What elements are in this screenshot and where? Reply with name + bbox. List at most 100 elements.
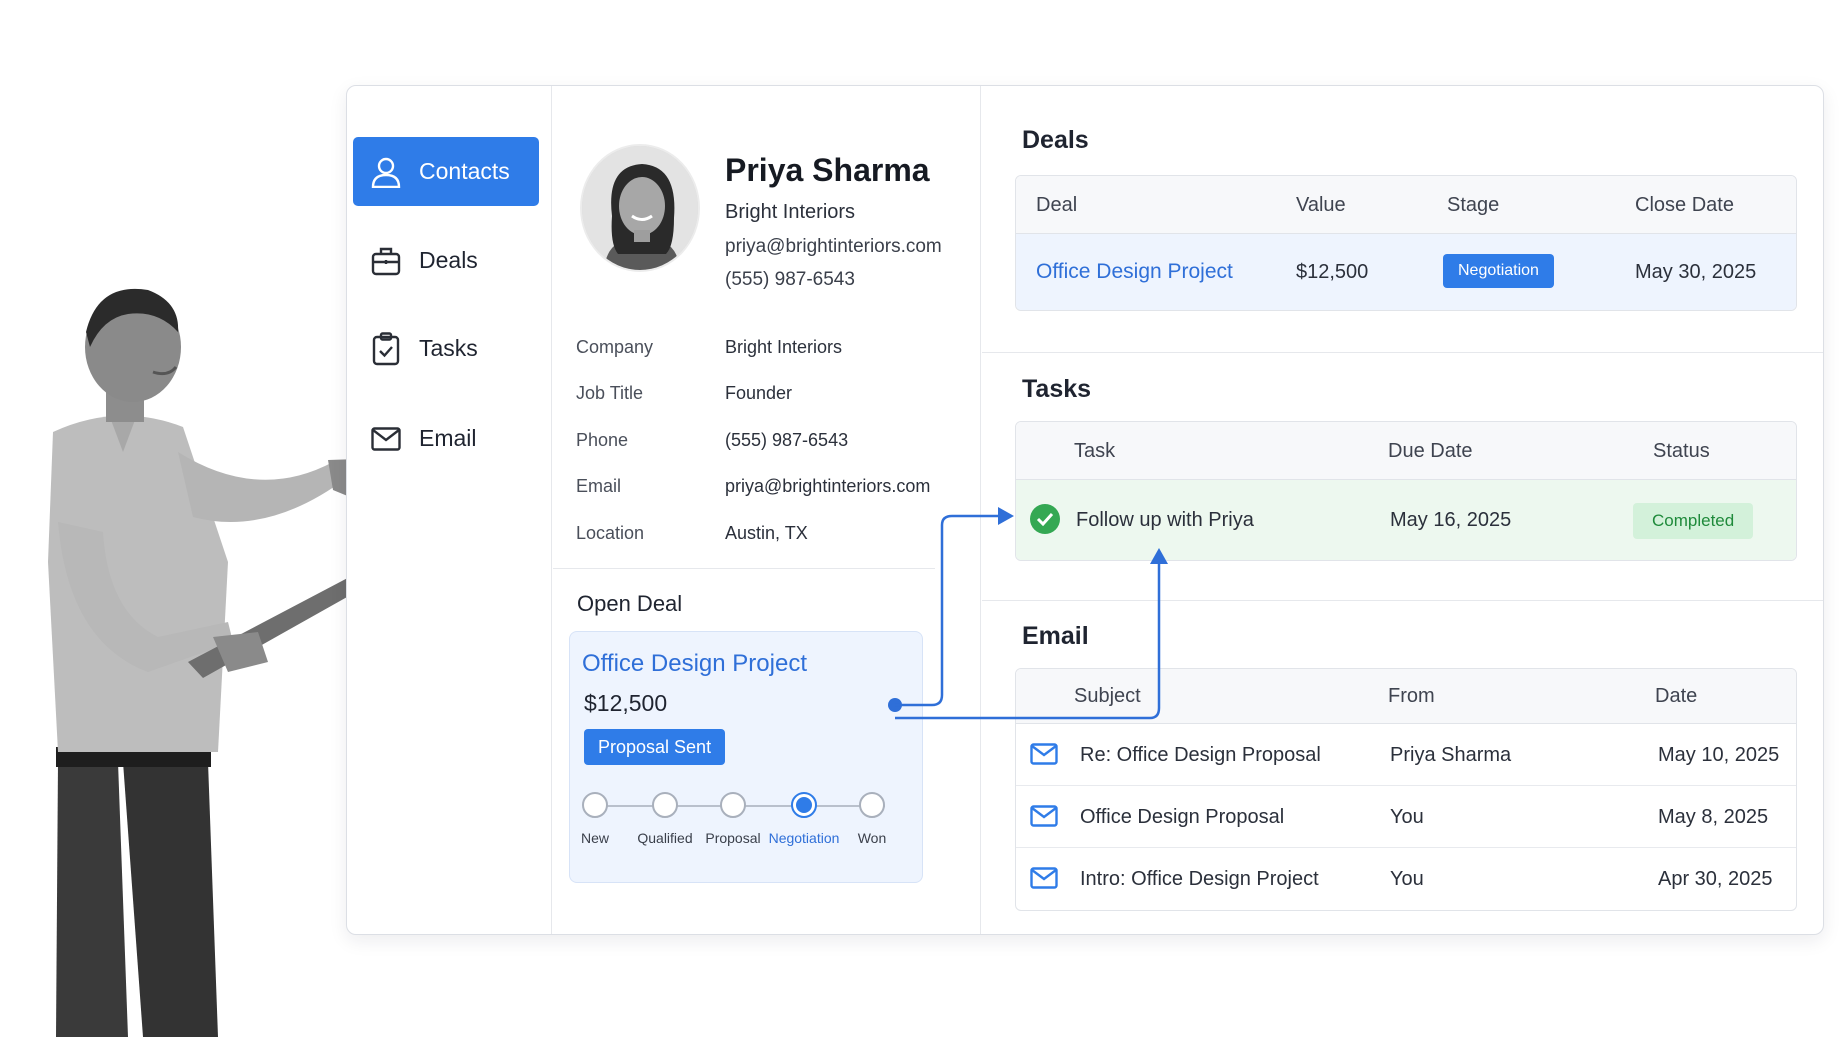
open-deal-card[interactable]: Office Design Project $12,500 Proposal S… bbox=[569, 631, 923, 883]
column-header[interactable]: Stage bbox=[1447, 176, 1499, 234]
deal-link[interactable]: Office Design Project bbox=[1036, 234, 1233, 310]
pipeline-step-new[interactable]: New bbox=[555, 792, 635, 846]
column-header[interactable]: Task bbox=[1074, 422, 1115, 480]
pipeline-dot bbox=[720, 792, 746, 818]
deal-value: $12,500 bbox=[1296, 261, 1369, 283]
email-subject[interactable]: Re: Office Design Proposal bbox=[1080, 724, 1321, 786]
email-subject[interactable]: Intro: Office Design Project bbox=[1080, 848, 1319, 910]
column-header[interactable]: Close Date bbox=[1635, 176, 1734, 234]
table-row[interactable]: Re: Office Design Proposal Priya Sharma … bbox=[1016, 724, 1796, 786]
status-badge: Completed bbox=[1633, 503, 1754, 539]
briefcase-icon bbox=[369, 244, 403, 278]
table-row[interactable]: Intro: Office Design Project You Apr 30,… bbox=[1016, 848, 1796, 910]
user-icon bbox=[369, 155, 403, 189]
avatar bbox=[580, 144, 700, 272]
deal-close-date: May 30, 2025 bbox=[1635, 261, 1757, 283]
pipeline-label: New bbox=[580, 830, 609, 846]
deal-pipeline: New Qualified Proposal Negotiation Won bbox=[581, 792, 912, 862]
email-heading: Email bbox=[1022, 622, 1089, 650]
email-from: You bbox=[1390, 806, 1424, 828]
email-from: Priya Sharma bbox=[1390, 744, 1512, 766]
deal-status-badge: Proposal Sent bbox=[584, 729, 726, 765]
deals-table: Deal Value Stage Close Date Office Desig… bbox=[1015, 175, 1797, 311]
clipboard-check-icon bbox=[369, 331, 403, 366]
stage-badge: Negotiation bbox=[1443, 254, 1554, 288]
field-email: Email priya@brightinteriors.com bbox=[576, 464, 966, 511]
sidebar-item-label: Email bbox=[419, 425, 477, 451]
open-deal-name[interactable]: Office Design Project bbox=[582, 650, 807, 678]
email-table: Subject From Date Re: Office Design Prop… bbox=[1015, 668, 1797, 911]
column-header[interactable]: Subject bbox=[1074, 669, 1141, 724]
email-subject[interactable]: Office Design Proposal bbox=[1080, 786, 1284, 848]
field-company: Company Bright Interiors bbox=[576, 324, 966, 371]
table-row[interactable]: Office Design Project $12,500 Negotiatio… bbox=[1016, 234, 1796, 310]
field-value: Founder bbox=[725, 383, 793, 404]
email-date: May 8, 2025 bbox=[1658, 806, 1769, 828]
sidebar-item-label: Tasks bbox=[419, 335, 478, 361]
mail-icon bbox=[1030, 743, 1058, 770]
check-circle-icon[interactable] bbox=[1030, 504, 1060, 534]
sidebar-item-contacts[interactable]: Contacts bbox=[353, 137, 539, 206]
field-value: (555) 987-6543 bbox=[725, 429, 849, 450]
pipeline-dot bbox=[652, 792, 678, 818]
mail-icon bbox=[369, 422, 403, 456]
pipeline-dot bbox=[791, 792, 817, 818]
divider bbox=[982, 352, 1823, 353]
table-header: Deal Value Stage Close Date bbox=[1016, 176, 1796, 234]
sidebar: Contacts Deals Tasks Email bbox=[347, 86, 552, 934]
contact-fields: Company Bright Interiors Job Title Found… bbox=[576, 324, 966, 557]
pipeline-dot bbox=[582, 792, 608, 818]
table-row[interactable]: Follow up with Priya May 16, 2025 Comple… bbox=[1016, 480, 1796, 560]
column-header[interactable]: Date bbox=[1655, 669, 1697, 724]
sidebar-item-tasks[interactable]: Tasks bbox=[353, 314, 539, 383]
field-label: Phone bbox=[576, 429, 629, 450]
tasks-heading: Tasks bbox=[1022, 375, 1092, 403]
column-header[interactable]: Deal bbox=[1036, 176, 1077, 234]
sidebar-item-label: Deals bbox=[419, 247, 478, 273]
activity-panel: Deals Deal Value Stage Close Date Office… bbox=[982, 86, 1823, 934]
pipeline-label: Won bbox=[857, 830, 887, 846]
sidebar-item-label: Contacts bbox=[419, 158, 510, 184]
field-value: Austin, TX bbox=[725, 522, 808, 543]
deals-heading: Deals bbox=[1022, 126, 1089, 154]
pipeline-label: Proposal bbox=[705, 830, 761, 846]
pipeline-step-won[interactable]: Won bbox=[832, 792, 912, 846]
field-value: Bright Interiors bbox=[725, 336, 843, 357]
field-job-title: Job Title Founder bbox=[576, 371, 966, 418]
crm-app-window: Contacts Deals Tasks Email Priya Sharma … bbox=[346, 85, 1824, 935]
divider bbox=[553, 568, 935, 569]
sidebar-item-deals[interactable]: Deals bbox=[353, 226, 539, 295]
field-label: Location bbox=[576, 522, 645, 543]
table-header: Subject From Date bbox=[1016, 669, 1796, 724]
field-phone: Phone (555) 987-6543 bbox=[576, 417, 966, 464]
contact-panel: Priya Sharma Bright Interiors priya@brig… bbox=[553, 86, 981, 934]
open-deal-value: $12,500 bbox=[584, 690, 668, 716]
field-label: Job Title bbox=[576, 383, 644, 404]
table-row[interactable]: Office Design Proposal You May 8, 2025 bbox=[1016, 786, 1796, 848]
sidebar-item-email[interactable]: Email bbox=[353, 404, 539, 473]
contact-name: Priya Sharma bbox=[725, 152, 930, 188]
column-header[interactable]: Status bbox=[1653, 422, 1710, 480]
field-location: Location Austin, TX bbox=[576, 510, 966, 557]
pipeline-dot bbox=[859, 792, 885, 818]
task-name[interactable]: Follow up with Priya bbox=[1076, 480, 1254, 560]
contact-email[interactable]: priya@brightinteriors.com bbox=[725, 236, 942, 258]
column-header[interactable]: From bbox=[1388, 669, 1435, 724]
email-date: May 10, 2025 bbox=[1658, 744, 1780, 766]
email-from: You bbox=[1390, 868, 1424, 890]
email-date: Apr 30, 2025 bbox=[1658, 868, 1773, 890]
pipeline-step-proposal[interactable]: Proposal bbox=[693, 792, 773, 846]
mail-icon bbox=[1030, 805, 1058, 832]
column-header[interactable]: Due Date bbox=[1388, 422, 1473, 480]
contact-phone[interactable]: (555) 987-6543 bbox=[725, 269, 855, 291]
column-header[interactable]: Value bbox=[1296, 176, 1346, 234]
contact-company: Bright Interiors bbox=[725, 201, 856, 223]
field-label: Email bbox=[576, 476, 622, 497]
table-header: Task Due Date Status bbox=[1016, 422, 1796, 480]
open-deal-heading: Open Deal bbox=[577, 591, 683, 616]
mail-icon bbox=[1030, 867, 1058, 894]
field-value: priya@brightinteriors.com bbox=[725, 476, 931, 497]
tasks-table: Task Due Date Status Follow up with Priy… bbox=[1015, 421, 1797, 561]
field-label: Company bbox=[576, 336, 654, 357]
divider bbox=[982, 600, 1823, 601]
